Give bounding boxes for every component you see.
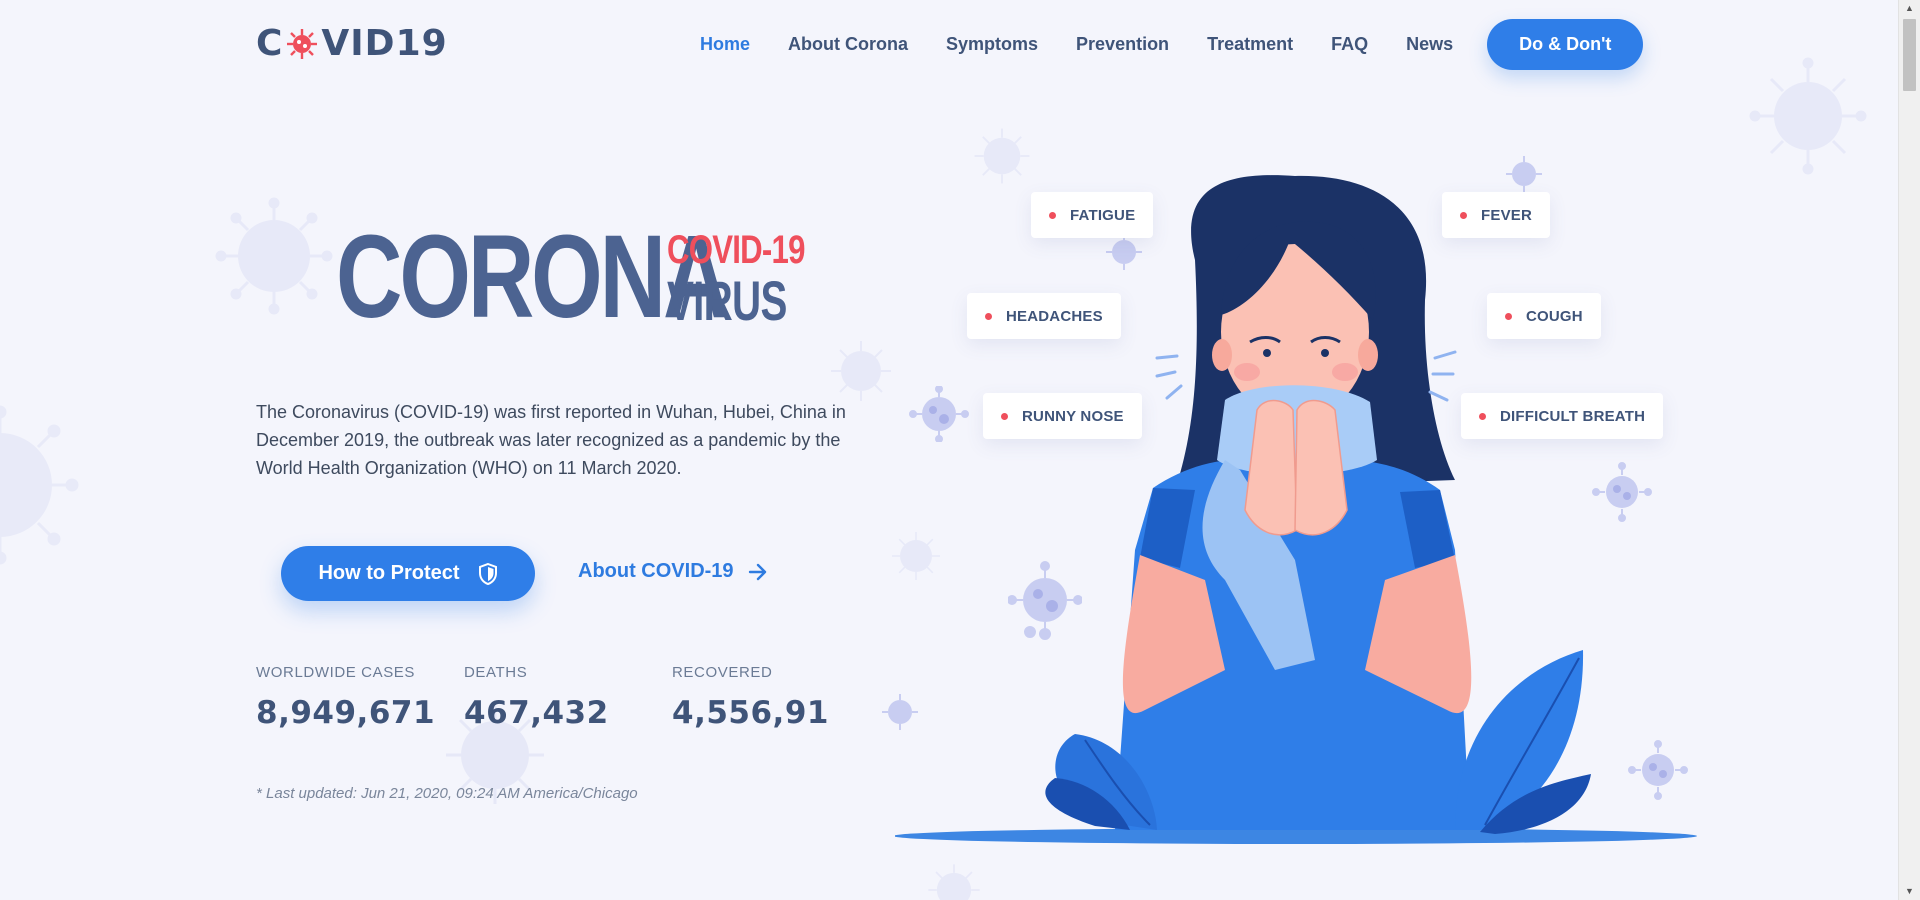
bullet-dot-icon xyxy=(1505,312,1512,320)
logo-number: 19 xyxy=(395,23,448,64)
stat-value: 4,556,91 xyxy=(672,695,829,731)
do-and-dont-button[interactable]: Do & Don't xyxy=(1487,18,1644,70)
stat-value: 8,949,671 xyxy=(256,695,436,731)
scroll-down-arrow-icon[interactable]: ▼ xyxy=(1899,883,1920,900)
stat-worldwide-cases: WORLDWIDE CASES 8,949,671 xyxy=(256,664,435,731)
nav-faq[interactable]: FAQ xyxy=(1331,34,1368,55)
symptom-chip-fever: FEVER xyxy=(1442,192,1551,238)
nav-prevention[interactable]: Prevention xyxy=(1076,34,1169,55)
symptom-label: DIFFICULT BREATH xyxy=(1500,407,1646,425)
symptom-label: RUNNY NOSE xyxy=(1022,407,1124,425)
woman-coughing-illustration xyxy=(895,175,1697,844)
stat-label: DEATHS xyxy=(464,664,528,681)
symptom-chip-cough: COUGH xyxy=(1487,293,1601,339)
symptom-chip-difficult-breath: DIFFICULT BREATH xyxy=(1461,393,1664,439)
scroll-up-arrow-icon[interactable]: ▲ xyxy=(1899,0,1920,17)
main-nav: Home About Corona Symptoms Prevention Tr… xyxy=(700,18,1644,70)
symptom-chip-headaches: HEADACHES xyxy=(967,293,1121,339)
about-covid-link[interactable]: About COVID-19 xyxy=(578,560,768,583)
hero-title-virus: VIRUS xyxy=(667,269,787,332)
bullet-dot-icon xyxy=(985,312,992,320)
hero-title-corona: CORONA xyxy=(336,211,729,343)
nav-home[interactable]: Home xyxy=(700,34,750,55)
hero-title-stack: COVID-19 VIRUS xyxy=(667,228,844,330)
scrollbar-thumb[interactable] xyxy=(1903,19,1916,91)
background-virus-icon xyxy=(0,405,79,565)
site-logo[interactable]: C VID 19 xyxy=(256,22,448,66)
stat-label: WORLDWIDE CASES xyxy=(256,664,416,681)
symptom-chip-runny-nose: RUNNY NOSE xyxy=(983,393,1142,439)
background-virus-icon xyxy=(215,197,333,315)
how-to-protect-button[interactable]: How to Protect xyxy=(281,546,535,601)
nav-symptoms[interactable]: Symptoms xyxy=(946,34,1038,55)
hero-title: CORONA COVID-19 VIRUS xyxy=(336,218,844,336)
stat-value: 467,432 xyxy=(464,695,609,731)
symptom-label: FATIGUE xyxy=(1070,206,1136,224)
bullet-dot-icon xyxy=(1460,211,1467,219)
symptom-label: HEADACHES xyxy=(1006,307,1103,325)
about-covid-label: About COVID-19 xyxy=(578,560,734,582)
shield-icon xyxy=(478,562,497,585)
symptom-chip-fatigue: FATIGUE xyxy=(1031,192,1154,238)
hero-title-covid: COVID-19 xyxy=(667,228,805,272)
background-virus-icon xyxy=(1749,57,1867,175)
nav-news[interactable]: News xyxy=(1406,34,1453,55)
bullet-dot-icon xyxy=(1479,412,1486,420)
symptom-label: COUGH xyxy=(1526,307,1583,325)
nav-treatment[interactable]: Treatment xyxy=(1207,34,1293,55)
logo-prefix: C xyxy=(256,23,284,64)
how-to-protect-label: How to Protect xyxy=(318,562,460,584)
symptom-label: FEVER xyxy=(1481,206,1533,224)
background-virus-icon xyxy=(831,341,891,401)
stat-label: RECOVERED xyxy=(672,664,773,681)
page-scrollbar[interactable]: ▲ ▼ xyxy=(1898,0,1920,900)
bullet-dot-icon xyxy=(1001,412,1008,420)
logo-suffix: VID xyxy=(321,23,396,64)
last-updated-note: * Last updated: Jun 21, 2020, 09:24 AM A… xyxy=(256,785,638,802)
stat-deaths: DEATHS 467,432 xyxy=(464,664,609,731)
virus-icon xyxy=(287,29,318,59)
hero-intro-text: The Coronavirus (COVID-19) was first rep… xyxy=(256,402,846,478)
stat-recovered: RECOVERED 4,556,91 xyxy=(672,664,829,731)
nav-about-corona[interactable]: About Corona xyxy=(788,34,908,55)
bullet-dot-icon xyxy=(1049,211,1056,219)
background-virus-icon xyxy=(928,864,980,900)
arrow-right-icon xyxy=(748,563,766,580)
